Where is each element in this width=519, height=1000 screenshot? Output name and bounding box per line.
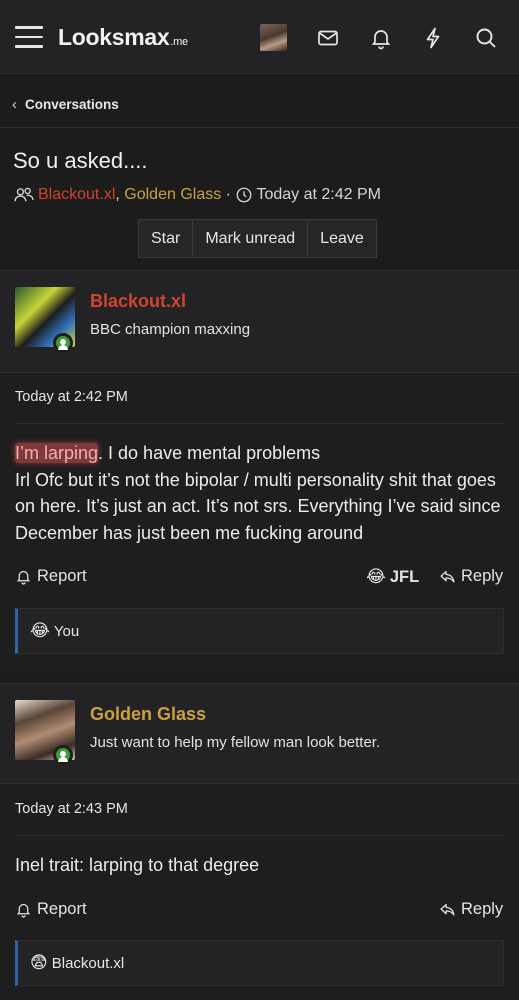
reactions-users: Blackout.xl <box>51 954 125 972</box>
reply-icon <box>440 570 455 583</box>
bell-icon <box>16 903 31 918</box>
reaction-button[interactable]: 😂 JFL <box>366 567 419 587</box>
bolt-icon[interactable] <box>421 26 445 50</box>
message-author-block: Golden Glass Just want to help my fellow… <box>0 684 519 784</box>
top-navbar: Looksmax.me <box>0 0 519 76</box>
reactions-summary[interactable]: 😨 Blackout.xl <box>15 940 504 986</box>
message-author-block: Blackout.xl BBC champion maxxing <box>0 271 519 373</box>
star-button[interactable]: Star <box>139 220 194 257</box>
participants-icon <box>14 187 34 202</box>
clock-icon <box>237 187 252 203</box>
message: Blackout.xl BBC champion maxxing Today a… <box>0 270 519 670</box>
report-label: Report <box>37 567 87 585</box>
menu-icon[interactable] <box>15 26 43 48</box>
message-body: I’m larping. I do have mental problems I… <box>15 440 510 546</box>
logo-main: Looksmax <box>58 24 170 50</box>
message: Golden Glass Just want to help my fellow… <box>0 683 519 1000</box>
mark-unread-button[interactable]: Mark unread <box>193 220 309 257</box>
participant-link[interactable]: Golden Glass <box>124 186 221 204</box>
conversation-meta: Blackout.xl, Golden Glass · Today at 2:4… <box>13 184 381 206</box>
report-button[interactable]: Report <box>15 900 87 919</box>
message-date[interactable]: Today at 2:42 PM <box>15 389 128 405</box>
report-button[interactable]: Report <box>15 567 87 586</box>
online-status-icon <box>53 745 73 765</box>
reply-button[interactable]: Reply <box>439 567 503 586</box>
message-text: Irl Ofc but it’s not the bipolar / multi… <box>15 469 501 543</box>
bell-icon[interactable] <box>369 26 393 50</box>
leave-button[interactable]: Leave <box>308 220 376 257</box>
bell-icon <box>16 570 31 585</box>
user-avatar[interactable] <box>260 24 287 51</box>
search-icon[interactable] <box>474 26 498 50</box>
breadcrumb[interactable]: ‹ Conversations <box>0 82 519 128</box>
logo-tld: .me <box>170 36 188 48</box>
meta-dot: · <box>225 186 231 203</box>
laughing-emoji-icon: 😂 <box>366 567 386 587</box>
conversation-title: So u asked.... <box>13 148 148 173</box>
username-link[interactable]: Blackout.xl <box>90 291 186 312</box>
reply-button[interactable]: Reply <box>439 900 503 919</box>
mail-icon[interactable] <box>316 26 340 50</box>
divider <box>15 835 504 836</box>
participant-link[interactable]: Blackout.xl <box>38 186 115 204</box>
username-link[interactable]: Golden Glass <box>90 704 206 725</box>
laughing-emoji-icon: 😂 <box>30 621 50 641</box>
reactions-summary[interactable]: 😂 You <box>15 608 504 654</box>
fearful-emoji-icon: 😨 <box>30 953 48 973</box>
reaction-label: JFL <box>389 567 420 586</box>
site-logo[interactable]: Looksmax.me <box>58 24 188 51</box>
user-title: BBC champion maxxing <box>90 321 251 338</box>
conversation-actions: Star Mark unread Leave <box>138 219 377 258</box>
divider <box>15 423 504 424</box>
reply-label: Reply <box>461 900 504 918</box>
user-title: Just want to help my fellow man look bet… <box>90 734 381 751</box>
reply-label: Reply <box>461 567 504 585</box>
chevron-left-icon: ‹ <box>12 96 17 113</box>
report-label: Report <box>37 900 87 918</box>
conversation-time: Today at 2:42 PM <box>256 186 381 203</box>
message-body: Inel trait: larping to that degree <box>15 855 260 875</box>
participant-separator: , <box>115 186 120 203</box>
reactions-users: You <box>53 622 80 640</box>
message-date[interactable]: Today at 2:43 PM <box>15 801 128 817</box>
online-status-icon <box>53 333 73 353</box>
message-text: . I do have mental problems <box>98 443 321 463</box>
highlighted-text: I’m larping <box>15 443 99 463</box>
reply-icon <box>440 903 455 916</box>
breadcrumb-label: Conversations <box>25 97 119 112</box>
